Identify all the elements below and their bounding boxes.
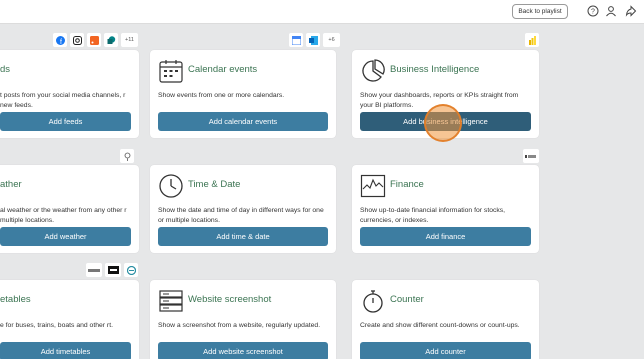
timetables-card: etables e for buses, trains, boats and o…	[0, 280, 139, 359]
stopwatch-icon	[360, 288, 386, 314]
card-description: Show up-to-date financial information fo…	[360, 207, 506, 224]
svg-text:f: f	[60, 39, 62, 45]
card-description: Show events from one or more calendars.	[158, 92, 285, 99]
finance-integrations	[523, 149, 539, 163]
weather-card: ather al weather or the weather from any…	[0, 165, 139, 253]
instagram-icon	[70, 33, 84, 47]
more-integrations-count: +6	[323, 33, 340, 47]
rail-brand-icon	[105, 263, 121, 277]
server-stack-icon	[158, 288, 184, 314]
calendar-events-card: Calendar events Show events from one or …	[150, 50, 336, 138]
stock-chart-icon	[360, 173, 386, 199]
card-title: etables	[0, 294, 31, 305]
more-integrations-count: +11	[121, 33, 138, 47]
card-title: ds	[0, 64, 11, 75]
add-time-date-button[interactable]: Add time & date	[158, 227, 328, 246]
add-feeds-button[interactable]: Add feeds	[0, 112, 131, 131]
add-finance-button[interactable]: Add finance	[360, 227, 531, 246]
card-description: Show the date and time of day in differe…	[158, 207, 324, 224]
feeds-integrations: f +11	[53, 33, 138, 47]
calendar-icon	[158, 58, 184, 84]
rss-icon	[87, 33, 101, 47]
card-title: ather	[0, 179, 22, 190]
powerbi-icon	[525, 33, 539, 47]
clock-icon	[158, 173, 184, 199]
help-icon[interactable]: ?	[586, 4, 600, 18]
weather-icon	[120, 149, 134, 163]
add-website-screenshot-button[interactable]: Add website screenshot	[158, 342, 328, 359]
calendar-integrations: +6	[289, 33, 340, 47]
feeds-card: ds t posts from your social media channe…	[0, 50, 139, 138]
time-date-card: Time & Date Show the date and time of da…	[150, 165, 336, 253]
top-bar: Back to playlist ?	[0, 0, 644, 24]
card-description: Create and show different count-downs or…	[360, 322, 520, 329]
card-title: Calendar events	[188, 64, 258, 75]
sharepoint-icon	[104, 33, 118, 47]
bi-integrations	[525, 33, 539, 47]
timetables-integrations	[86, 263, 138, 277]
transit-logo-icon	[124, 263, 138, 277]
card-title: Business Intelligence	[390, 64, 480, 75]
weather-integrations	[120, 149, 134, 163]
website-screenshot-card: Website screenshot Show a screenshot fro…	[150, 280, 336, 359]
card-description: al weather or the weather from any other…	[0, 207, 127, 224]
add-weather-button[interactable]: Add weather	[0, 227, 131, 246]
finance-brand-icon	[523, 149, 539, 163]
add-timetables-button[interactable]: Add timetables	[0, 342, 131, 359]
transit-brand-icon	[86, 263, 102, 277]
svg-text:?: ?	[591, 9, 595, 16]
facebook-icon: f	[53, 33, 67, 47]
card-title: Time & Date	[188, 179, 241, 190]
pie-chart-icon	[360, 58, 386, 84]
card-title: Finance	[390, 179, 424, 190]
finance-card: Finance Show up-to-date financial inform…	[352, 165, 539, 253]
card-title: Website screenshot	[188, 294, 272, 305]
card-description: Show a screenshot from a website, regula…	[158, 322, 321, 329]
outlook-icon	[306, 33, 320, 47]
add-counter-button[interactable]: Add counter	[360, 342, 531, 359]
back-to-playlist-button[interactable]: Back to playlist	[512, 4, 568, 19]
card-description: t posts from your social media channels,…	[0, 92, 126, 109]
add-calendar-events-button[interactable]: Add calendar events	[158, 112, 328, 131]
counter-card: Counter Create and show different count-…	[352, 280, 539, 359]
google-calendar-icon	[289, 33, 303, 47]
card-title: Counter	[390, 294, 424, 305]
share-icon[interactable]	[624, 4, 638, 18]
click-indicator	[424, 104, 462, 142]
user-icon[interactable]	[604, 4, 618, 18]
card-description: e for buses, trains, boats and other rt.	[0, 322, 113, 329]
